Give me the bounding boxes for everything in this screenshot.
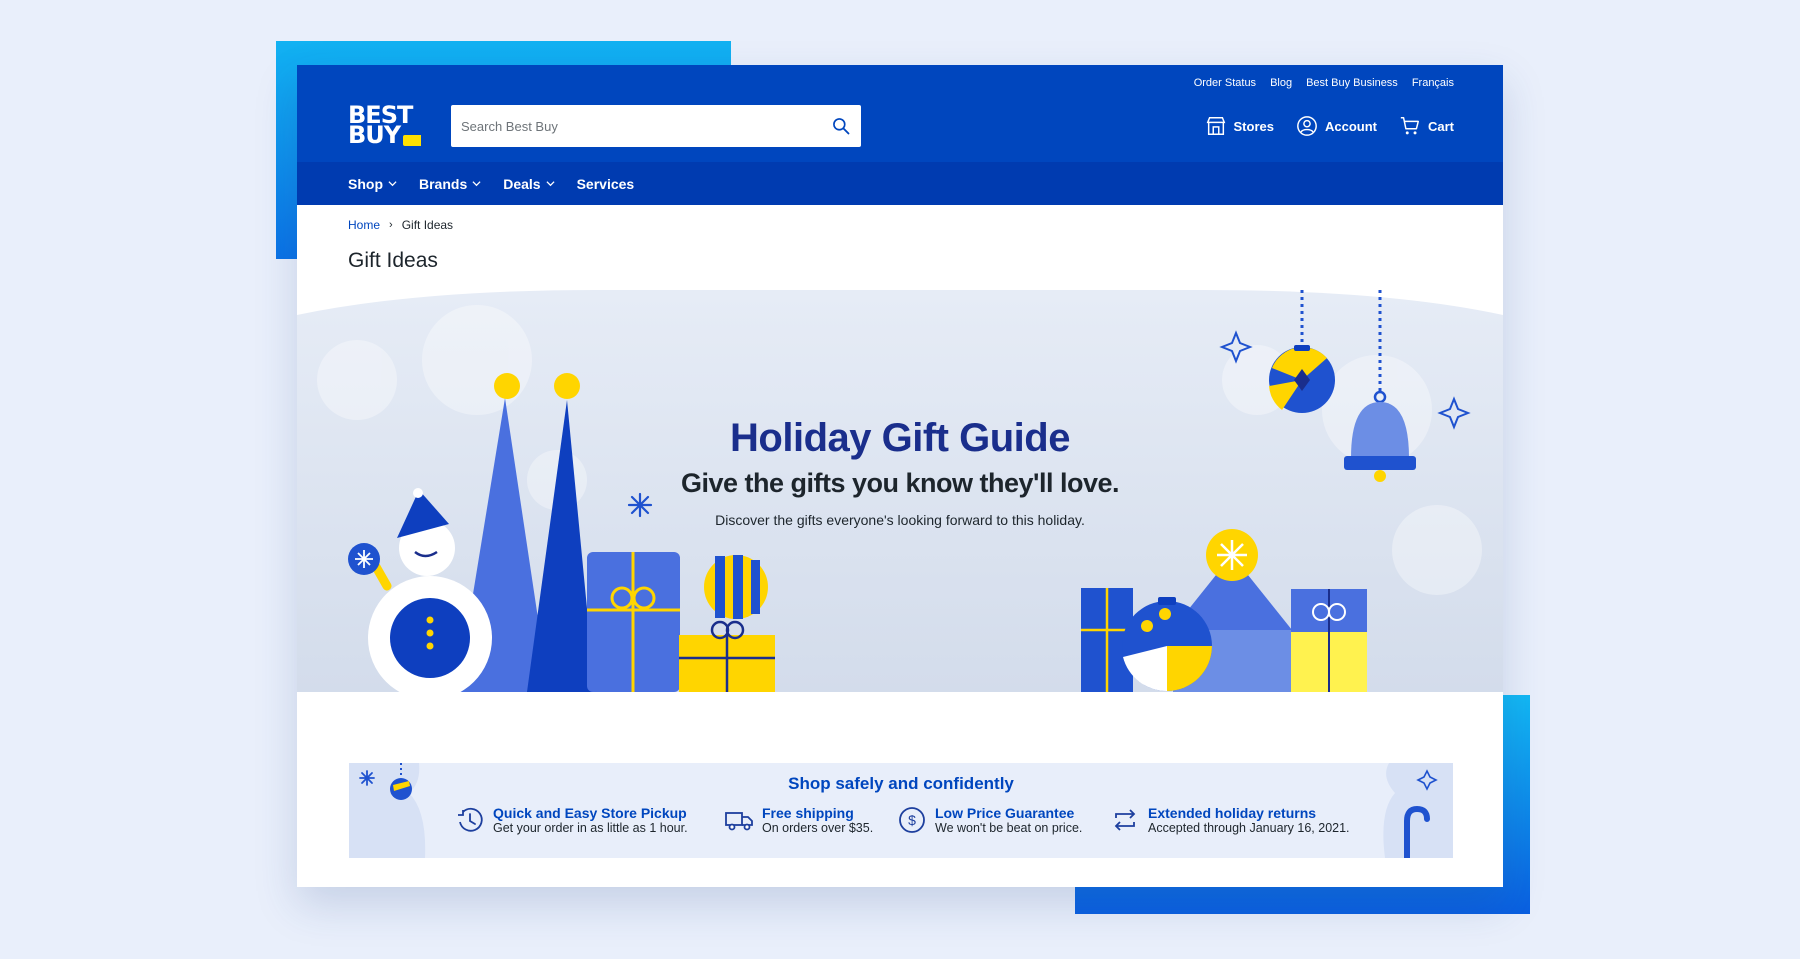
feature-subtitle: Get your order in as little as 1 hour. — [493, 821, 688, 835]
feature-subtitle: Accepted through January 16, 2021. — [1148, 821, 1350, 835]
nav-label-shop: Shop — [348, 175, 383, 192]
chevron-down-icon — [388, 181, 397, 187]
utility-links: Order Status Blog Best Buy Business Fran… — [1194, 77, 1454, 89]
stores-label: Stores — [1233, 118, 1274, 134]
stores-button[interactable]: Stores — [1205, 115, 1274, 137]
utility-link-best-buy-business[interactable]: Best Buy Business — [1306, 77, 1398, 89]
cart-label: Cart — [1427, 118, 1454, 134]
clock-icon — [458, 807, 483, 832]
feature-free-shipping[interactable]: Free shipping On orders over $35. — [724, 805, 873, 836]
page-title: Gift Ideas — [348, 249, 438, 272]
cart-icon — [1400, 117, 1419, 135]
nav-item-deals[interactable]: Deals — [503, 175, 555, 192]
hero-title: Holiday Gift Guide — [730, 416, 1070, 460]
account-icon — [1297, 116, 1317, 136]
breadcrumb: Home › Gift Ideas — [348, 218, 453, 232]
breadcrumb-current: Gift Ideas — [401, 218, 454, 232]
return-icon — [1114, 809, 1136, 831]
logo-tag-icon — [403, 135, 421, 146]
nav-item-services[interactable]: Services — [577, 176, 635, 192]
feature-subtitle: We won't be beat on price. — [935, 821, 1083, 835]
best-buy-logo[interactable]: BEST BUY — [348, 103, 421, 149]
nav-item-brands[interactable]: Brands — [419, 176, 481, 192]
breadcrumb-home[interactable]: Home — [348, 218, 380, 232]
search-bar — [451, 105, 861, 147]
svg-text:$: $ — [908, 812, 916, 828]
breadcrumb-separator: › — [389, 219, 393, 231]
utility-link-blog[interactable]: Blog — [1270, 77, 1292, 89]
search-icon[interactable] — [831, 116, 851, 136]
store-icon — [1206, 117, 1225, 135]
account-button[interactable]: Account — [1296, 115, 1377, 137]
hero-description: Discover the gifts everyone's looking fo… — [715, 512, 1085, 528]
header: Order Status Blog Best Buy Business Fran… — [297, 65, 1503, 162]
shop-safely-title: Shop safely and confidently — [788, 774, 1014, 793]
feature-title: Quick and Easy Store Pickup — [493, 805, 687, 821]
account-label: Account — [1324, 118, 1377, 134]
feature-extended-returns[interactable]: Extended holiday returns Accepted throug… — [1110, 805, 1350, 836]
hero-banner[interactable]: Holiday Gift Guide Give the gifts you kn… — [297, 290, 1503, 692]
browser-page: Order Status Blog Best Buy Business Fran… — [297, 65, 1503, 887]
cart-button[interactable]: Cart — [1399, 115, 1454, 137]
shop-safely-banner: Shop safely and confidently Quick and Ea… — [349, 763, 1453, 858]
nav-label-deals: Deals — [503, 175, 541, 192]
main-nav: Shop Brands Deals Services — [297, 162, 1503, 205]
feature-store-pickup[interactable]: Quick and Easy Store Pickup Get your ord… — [455, 805, 688, 836]
nav-label-services: Services — [576, 175, 635, 192]
chevron-down-icon — [546, 181, 555, 187]
feature-subtitle: On orders over $35. — [762, 821, 874, 835]
nav-label-brands: Brands — [419, 175, 468, 192]
chevron-down-icon — [472, 181, 481, 187]
feature-title: Free shipping — [762, 805, 854, 821]
feature-low-price-guarantee[interactable]: $ Low Price Guarantee We won't be beat o… — [897, 805, 1082, 836]
dollar-icon: $ — [899, 807, 925, 833]
search-input[interactable] — [451, 105, 831, 147]
utility-link-order-status[interactable]: Order Status — [1194, 77, 1256, 89]
hero-subtitle: Give the gifts you know they'll love. — [680, 468, 1120, 498]
nav-item-shop[interactable]: Shop — [348, 176, 397, 192]
truck-icon — [725, 812, 753, 831]
feature-title: Extended holiday returns — [1148, 805, 1317, 821]
header-actions: Stores Account Cart — [1205, 115, 1454, 137]
feature-title: Low Price Guarantee — [935, 805, 1075, 821]
utility-link-francais[interactable]: Français — [1412, 77, 1454, 89]
